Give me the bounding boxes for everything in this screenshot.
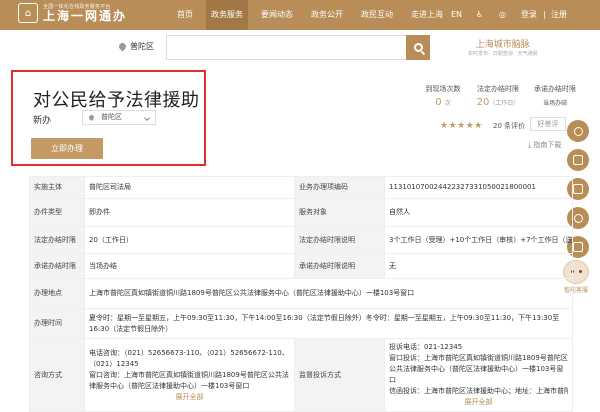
user-icon[interactable]: ◎: [499, 0, 506, 30]
search-icon: [413, 43, 423, 52]
row-label: 承诺办结时限说明: [294, 253, 385, 279]
clipboard-icon: [573, 242, 583, 252]
city-brain-banner[interactable]: 上海城市脑脉 实时发布 · 日期查询 · 天气通报: [468, 37, 538, 57]
row-value: 无: [384, 253, 573, 279]
complaint-letter: 信函投诉：上海市普陀区法律援助中心；地址：上海市普陀...: [389, 387, 568, 395]
row-label: 业务办理项编码: [294, 176, 385, 199]
search-button[interactable]: [406, 35, 430, 60]
city-brain-title: 上海城市脑脉: [475, 40, 530, 50]
service-type: 新办: [33, 116, 52, 126]
service-title: 对公民给予法律援助: [33, 90, 200, 111]
row-label: 实施主体: [29, 176, 85, 199]
row-value: 11310107002442232733105002180000​1: [384, 176, 573, 199]
location-pin-icon: [117, 41, 128, 52]
register-link[interactable]: 注册: [551, 0, 567, 30]
district-pin-icon: [87, 113, 96, 122]
row-value: 夏令时：星期一至星期五，上午09:30至11:30，下午14:00至16:30（…: [84, 308, 573, 339]
accessibility-icon[interactable]: ♿: [476, 0, 483, 30]
service-hero: 对公民给予法律援助 新办 普陀区 立即办理: [11, 70, 206, 166]
search-icon: [573, 213, 583, 223]
row-value: 当场办结: [84, 253, 295, 279]
row-label: 办理时间: [29, 308, 85, 339]
district-select[interactable]: 普陀区: [82, 110, 156, 125]
login-link[interactable]: 登录: [521, 0, 537, 30]
float-calendar-button[interactable]: [567, 149, 589, 171]
nav-gov-open[interactable]: 政务公开: [306, 0, 348, 30]
row-value: 电话咨询：（021）52656673-110、（021）52656672-110…: [84, 338, 295, 412]
row-value: 20（工作日）: [84, 226, 295, 254]
row-label: 服务对象: [294, 198, 385, 227]
nav-news[interactable]: 要闻动态: [256, 0, 298, 30]
row-label: 咨询方式: [29, 338, 85, 412]
logo-title: 上海一网通办: [43, 9, 128, 23]
lang-switch[interactable]: EN: [451, 0, 462, 30]
guide-download-label: 指南下载: [533, 141, 562, 149]
row-value: 上海市普陀区真如镇街道铜川路1809号普陀区公共法律服务中心（普陀区法律援助中心…: [84, 278, 573, 309]
apply-now-button[interactable]: 立即办理: [31, 138, 103, 159]
expand-all-link[interactable]: 展开全部: [389, 397, 568, 408]
row-value: 自然人: [384, 198, 573, 227]
stat-promised-limit: 承诺办结时限 当场办结: [530, 84, 580, 108]
document-icon: [573, 184, 583, 194]
row-label: 办理地点: [29, 278, 85, 309]
logo-subtitle: 全国一体化在线政务服务平台: [43, 4, 111, 10]
site-logo[interactable]: ⌂ 全国一体化在线政务服务平台 上海一网通办: [18, 3, 127, 23]
table-row: 咨询方式 电话咨询：（021）52656673-110、（021）5265667…: [29, 338, 573, 412]
stat-visits-label: 到现场次数: [425, 85, 461, 93]
stat-promised-limit-label: 承诺办结时限: [534, 85, 576, 93]
rating-stars: ★★★★★: [440, 121, 483, 131]
stat-legal-limit-value: 20: [476, 97, 490, 108]
row-label: 法定办结时限说明: [294, 226, 385, 254]
complaint-window: 窗口投诉：上海市普陀区真如镇街道铜川路1809号普陀区公共法律服务中心（普陀区法…: [389, 354, 568, 384]
row-label: 承诺办结时限: [29, 253, 85, 279]
main-nav: 首页 政务服务 要闻动态 政务公开 政民互动 走进上海: [172, 0, 456, 30]
table-row: 实施主体 普陀区司法局 业务办理项编码 11310107002442232733…: [29, 176, 573, 199]
location-selector[interactable]: 普陀区: [117, 41, 154, 52]
guide-download[interactable]: ⤓ 指南下载: [528, 140, 561, 150]
chevron-down-icon: [144, 115, 150, 121]
city-brain-subtitle: 实时发布 · 日期查询 · 天气通报: [468, 51, 538, 57]
user-circle-icon: [573, 126, 583, 136]
stat-visits-unit: 次: [444, 100, 451, 107]
row-value: 投诉电话：021-12345 窗口投诉：上海市普陀区真如镇街道铜川路1809号普…: [384, 338, 573, 412]
stat-visits: 到现场次数 0 次: [425, 84, 461, 108]
search-input[interactable]: [166, 35, 430, 60]
search-row: 普陀区 上海城市脑脉 实时发布 · 日期查询 · 天气通报: [0, 35, 600, 63]
nav-about-shanghai[interactable]: 走进上海: [406, 0, 448, 30]
table-row: 法定办结时限 20（工作日） 法定办结时限说明 3个工作日（受理）+10个工作日…: [29, 226, 573, 254]
stat-legal-limit-unit: （工作日）: [489, 100, 520, 107]
table-row: 办理时间 夏令时：星期一至星期五，上午09:30至11:30，下午14:00至1…: [29, 308, 573, 339]
table-row: 承诺办结时限 当场办结 承诺办结时限说明 无: [29, 253, 573, 279]
stat-visits-value: 0: [435, 97, 442, 108]
row-label: 法定办结时限: [29, 226, 85, 254]
district-value: 普陀区: [101, 113, 122, 121]
stat-promised-limit-value: 当场办结: [542, 100, 567, 107]
calendar-icon: [573, 155, 583, 165]
review-count[interactable]: 20 条评价: [493, 121, 525, 131]
logo-icon: ⌂: [18, 3, 38, 23]
stat-legal-limit-label: 法定办结时限: [477, 85, 519, 93]
nav-home[interactable]: 首页: [172, 0, 198, 30]
stat-legal-limit: 法定办结时限 20（工作日）: [472, 84, 524, 108]
expand-all-link[interactable]: 展开全部: [89, 392, 290, 403]
download-icon: ⤓: [528, 141, 532, 149]
top-bar: ⌂ 全国一体化在线政务服务平台 上海一网通办 首页 政务服务 要闻动态 政务公开…: [0, 0, 600, 30]
service-detail-table: 实施主体 普陀区司法局 业务办理项编码 11310107002442232733…: [29, 176, 573, 412]
nav-gov-services[interactable]: 政务服务: [206, 0, 248, 30]
complaint-phone: 投诉电话：021-12345: [389, 343, 463, 351]
row-label: 办件类型: [29, 198, 85, 227]
consult-phone: 电话咨询：（021）52656673-110、（021）52656672-110…: [89, 348, 289, 368]
top-divider: |: [543, 10, 546, 19]
row-value: 即办件: [84, 198, 295, 227]
table-row: 办理地点 上海市普陀区真如镇街道铜川路1809号普陀区公共法律服务中心（普陀区法…: [29, 278, 573, 309]
float-user-button[interactable]: [567, 120, 589, 142]
nav-interaction[interactable]: 政民互动: [356, 0, 398, 30]
row-label: 监督投诉方式: [294, 338, 385, 412]
row-value: 普陀区司法局: [84, 176, 295, 199]
review-button[interactable]: 好差评: [530, 117, 566, 131]
consult-window: 窗口咨询：上海市普陀区真如镇街道铜川路1809号普陀区公共法律服务中心（普陀区法…: [89, 370, 289, 390]
location-label: 普陀区: [130, 42, 154, 51]
table-row: 办件类型 即办件 服务对象 自然人: [29, 198, 573, 227]
row-value: 3个工作日（受理）+10个工作日（审核）+7个工作日（送达）: [384, 226, 573, 254]
